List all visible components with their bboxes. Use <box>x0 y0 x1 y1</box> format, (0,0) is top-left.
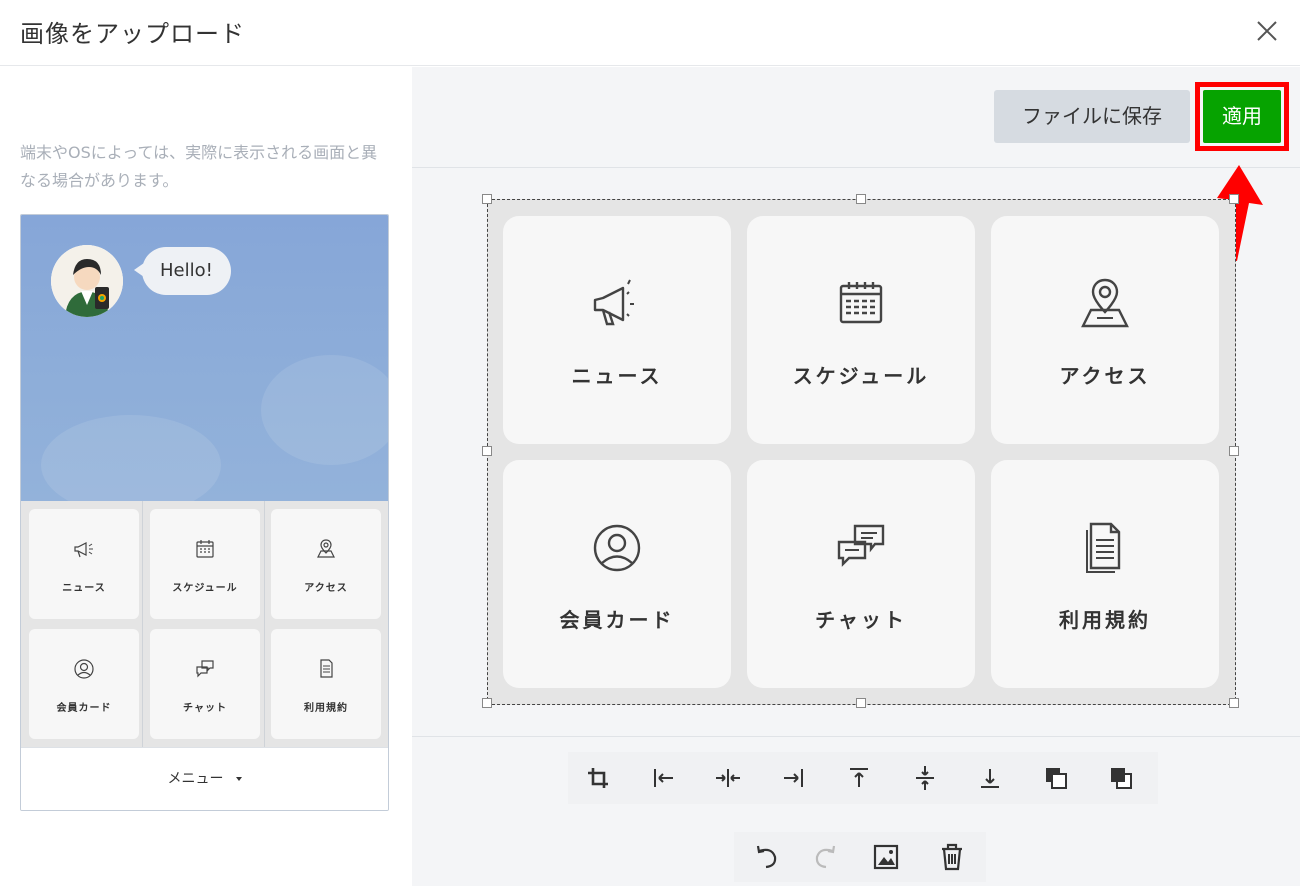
mini-tile-terms: 利用規約 <box>271 629 381 739</box>
align-center-h-icon[interactable] <box>710 760 746 796</box>
user-circle-icon <box>593 524 641 572</box>
tile-label: スケジュール <box>792 364 930 388</box>
tile-terms[interactable]: 利用規約 <box>991 460 1219 688</box>
preview-panel: 端末やOSによっては、実際に表示される画面と異なる場合があります。 Hello! <box>0 67 412 886</box>
map-pin-icon <box>1081 278 1129 328</box>
align-left-icon[interactable] <box>646 760 682 796</box>
divider <box>412 736 1300 737</box>
document-icon <box>320 659 333 678</box>
cloud <box>261 355 388 465</box>
tile-chat[interactable]: チャット <box>747 460 975 688</box>
mini-tile-news: ニュース <box>29 509 139 619</box>
close-icon[interactable] <box>1252 16 1282 46</box>
resize-handle[interactable] <box>1229 698 1239 708</box>
resize-handle[interactable] <box>856 194 866 204</box>
mini-tile-access: アクセス <box>271 509 381 619</box>
tile-label: 会員カード <box>559 608 675 632</box>
redo-icon[interactable] <box>808 839 844 875</box>
resize-handle[interactable] <box>482 194 492 204</box>
tile-label: アクセス <box>1059 364 1151 388</box>
chat-background: Hello! <box>21 215 388 501</box>
mini-tile-label: スケジュール <box>172 583 238 594</box>
cloud <box>41 415 221 501</box>
calendar-icon <box>839 282 883 324</box>
resize-handle[interactable] <box>482 698 492 708</box>
tile-label: チャット <box>815 608 907 632</box>
edit-toolbar <box>734 832 986 882</box>
align-toolbar <box>568 752 1158 804</box>
mini-tile-schedule: スケジュール <box>150 509 260 619</box>
mini-tile-member-card: 会員カード <box>29 629 139 739</box>
bring-forward-icon[interactable] <box>1038 760 1074 796</box>
editor-panel: ファイルに保存 適用 ニュース スケジュール アクセス 会員カード チャット 利… <box>412 67 1300 886</box>
resize-handle[interactable] <box>482 446 492 456</box>
tile-schedule[interactable]: スケジュール <box>747 216 975 444</box>
avatar <box>51 245 123 317</box>
image-icon[interactable] <box>868 839 904 875</box>
tile-label: ニュース <box>571 364 663 388</box>
tile-member-card[interactable]: 会員カード <box>503 460 731 688</box>
apply-button[interactable]: 適用 <box>1203 90 1281 143</box>
phone-preview: Hello! ニュース スケジュール アクセス 会員カード チャット 利用規約 … <box>20 214 389 811</box>
crop-icon[interactable] <box>580 760 616 796</box>
apply-highlight-frame: 適用 <box>1195 82 1289 151</box>
user-circle-icon <box>74 659 94 679</box>
tile-news[interactable]: ニュース <box>503 216 731 444</box>
caret-down-icon <box>235 777 242 781</box>
align-top-icon[interactable] <box>841 760 877 796</box>
divider <box>142 501 143 747</box>
mini-tile-label: 会員カード <box>56 703 112 714</box>
align-right-icon[interactable] <box>775 760 811 796</box>
resize-handle[interactable] <box>1229 194 1239 204</box>
menu-bar[interactable]: メニュー <box>21 747 388 810</box>
mini-tile-label: チャット <box>183 703 227 714</box>
trash-icon[interactable] <box>934 839 970 875</box>
calendar-icon <box>196 540 214 558</box>
send-backward-icon[interactable] <box>1103 760 1139 796</box>
resize-handle[interactable] <box>1229 446 1239 456</box>
save-to-file-button[interactable]: ファイルに保存 <box>994 90 1190 143</box>
mini-tile-label: ニュース <box>62 583 106 594</box>
tile-access[interactable]: アクセス <box>991 216 1219 444</box>
tile-label: 利用規約 <box>1059 608 1151 632</box>
dialog-header: 画像をアップロード <box>0 0 1300 66</box>
chat-bubbles-icon <box>196 660 214 678</box>
align-middle-v-icon[interactable] <box>907 760 943 796</box>
document-icon <box>1086 522 1121 573</box>
editor-actions: ファイルに保存 適用 <box>412 67 1300 168</box>
rich-menu-preview: ニュース スケジュール アクセス 会員カード チャット 利用規約 <box>21 501 388 747</box>
menu-label-text: メニュー <box>167 771 224 787</box>
mini-tile-chat: チャット <box>150 629 260 739</box>
menu-label[interactable]: メニュー <box>21 748 388 810</box>
preview-note: 端末やOSによっては、実際に表示される画面と異なる場合があります。 <box>20 143 378 190</box>
megaphone-icon <box>593 279 634 326</box>
map-pin-icon <box>317 539 335 558</box>
mini-tile-label: アクセス <box>304 583 348 594</box>
align-bottom-icon[interactable] <box>972 760 1008 796</box>
megaphone-icon <box>74 542 93 558</box>
dialog-title: 画像をアップロード <box>20 20 245 48</box>
image-canvas[interactable]: ニュース スケジュール アクセス 会員カード チャット 利用規約 <box>482 194 1239 708</box>
divider <box>264 501 265 747</box>
chat-bubble: Hello! <box>134 247 231 295</box>
undo-icon[interactable] <box>748 839 784 875</box>
resize-handle[interactable] <box>856 698 866 708</box>
mini-tile-label: 利用規約 <box>304 703 348 714</box>
chat-bubbles-icon <box>837 524 885 567</box>
